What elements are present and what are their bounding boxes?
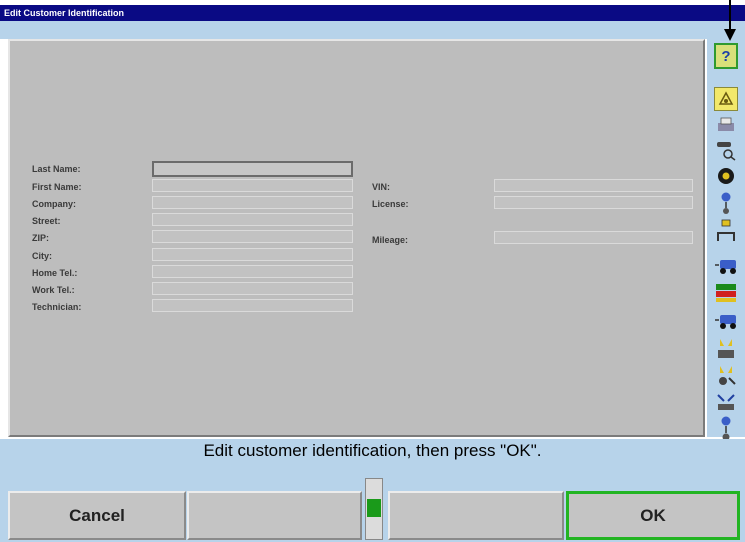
vin-field[interactable] <box>494 179 693 192</box>
wheel-icon[interactable] <box>714 165 738 187</box>
license-field[interactable] <box>494 196 693 209</box>
work-tel-field[interactable] <box>152 282 353 295</box>
lift-icon[interactable] <box>714 218 738 244</box>
vehicle-search-icon[interactable] <box>714 138 738 162</box>
customer-form-panel: Last Name: First Name: Company: Street: … <box>8 39 705 437</box>
help-icon[interactable]: ? <box>714 43 738 69</box>
label-city: City: <box>32 251 52 261</box>
label-work-tel: Work Tel.: <box>32 285 75 295</box>
street-field[interactable] <box>152 213 353 226</box>
status-bar: Edit customer identification, then press… <box>0 439 745 463</box>
specifications-icon[interactable] <box>714 281 738 305</box>
label-first-name: First Name: <box>32 182 82 192</box>
axle-icon[interactable] <box>714 335 738 361</box>
label-last-name: Last Name: <box>32 164 81 174</box>
label-zip: ZIP: <box>32 233 49 243</box>
label-license: License: <box>372 199 409 209</box>
status-message: Edit customer identification, then press… <box>203 441 542 460</box>
axle-icon-2[interactable] <box>714 363 738 389</box>
label-vin: VIN: <box>372 182 390 192</box>
softkey-3-button[interactable] <box>388 491 564 540</box>
cancel-button-label: Cancel <box>69 505 125 525</box>
window-title-bar: Edit Customer Identification <box>0 5 745 21</box>
home-tel-field[interactable] <box>152 265 353 278</box>
company-field[interactable] <box>152 196 353 209</box>
vehicle-rear-icon[interactable] <box>714 309 738 333</box>
last-name-field[interactable] <box>152 161 353 177</box>
screen-indicator-fill <box>367 499 381 517</box>
printer-icon[interactable] <box>714 114 738 136</box>
notes-icon[interactable] <box>714 87 738 111</box>
first-name-field[interactable] <box>152 179 353 192</box>
ok-button-label: OK <box>640 505 666 525</box>
mileage-field[interactable] <box>494 231 693 244</box>
zip-field[interactable] <box>152 230 353 243</box>
annotation-arrow-icon <box>724 0 736 41</box>
city-field[interactable] <box>152 248 353 261</box>
screen-indicator <box>365 478 383 540</box>
window-title: Edit Customer Identification <box>4 8 125 18</box>
steering-icon[interactable] <box>714 391 738 413</box>
vehicle-side-icon[interactable] <box>714 255 738 277</box>
label-home-tel: Home Tel.: <box>32 268 78 278</box>
label-mileage: Mileage: <box>372 235 409 245</box>
technician-field[interactable] <box>152 299 353 312</box>
label-street: Street: <box>32 216 61 226</box>
header-strip <box>0 21 745 39</box>
softkey-2-button[interactable] <box>187 491 362 540</box>
help-label: ? <box>721 47 731 65</box>
cancel-button[interactable]: Cancel <box>8 491 186 540</box>
label-technician: Technician: <box>32 302 82 312</box>
alignment-icon[interactable] <box>714 190 738 216</box>
label-company: Company: <box>32 199 77 209</box>
ok-button[interactable]: OK <box>566 491 740 540</box>
